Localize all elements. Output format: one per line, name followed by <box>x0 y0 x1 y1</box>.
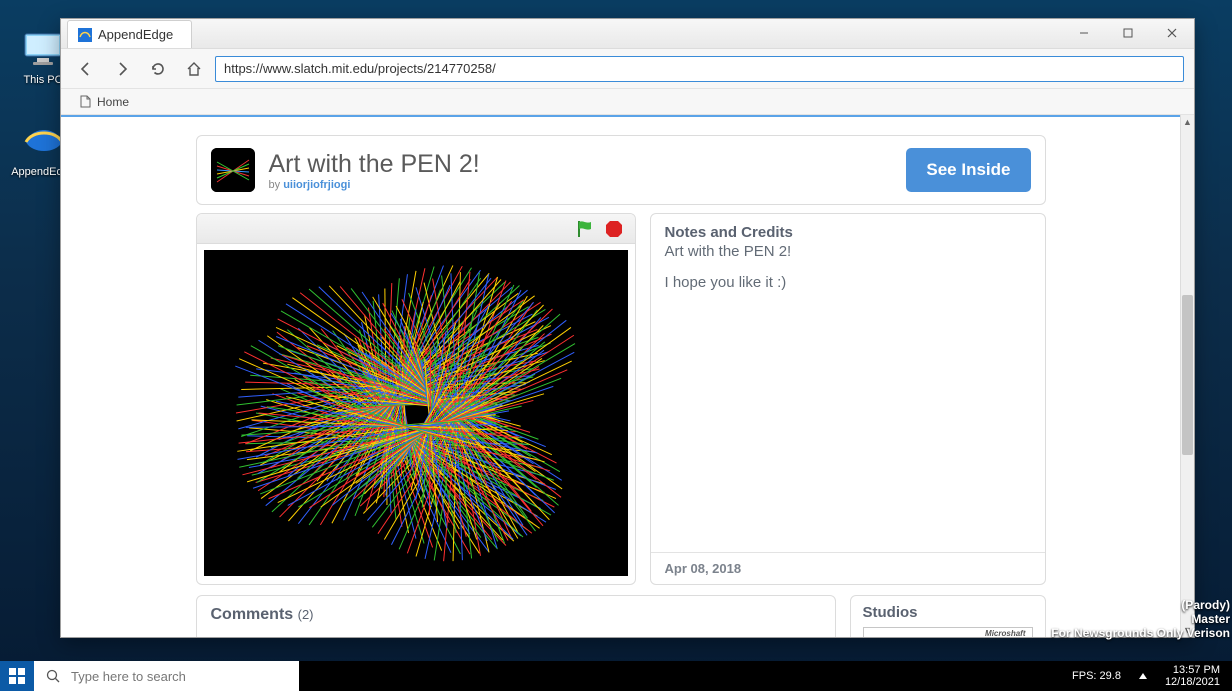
by-prefix: by <box>269 179 284 191</box>
project-stage[interactable] <box>204 250 628 576</box>
window-minimize-button[interactable] <box>1062 19 1106 47</box>
forward-button[interactable] <box>107 54 137 84</box>
project-thumbnail <box>211 148 255 192</box>
refresh-button[interactable] <box>143 54 173 84</box>
url-input[interactable] <box>215 56 1184 82</box>
tab-favicon-icon <box>78 28 92 42</box>
taskbar-clock[interactable]: 13:57 PM 12/18/2021 <box>1165 664 1220 688</box>
tray-arrow-icon[interactable] <box>1139 673 1147 679</box>
scrollbar[interactable]: ▲ ▼ <box>1180 115 1194 637</box>
studio-thumbnail[interactable]: Microshaft <box>863 627 1033 637</box>
studio-label: Microshaft <box>985 629 1025 638</box>
tab-title: AppendEdge <box>98 27 173 42</box>
notes-line: I hope you like it :) <box>665 274 1031 291</box>
desktop-icon-label: This PC <box>23 74 62 86</box>
back-button[interactable] <box>71 54 101 84</box>
start-button[interactable] <box>0 661 34 691</box>
browser-toolbar <box>61 49 1194 89</box>
search-placeholder: Type here to search <box>71 669 186 684</box>
notes-card: Notes and Credits Art with the PEN 2! I … <box>650 213 1046 585</box>
window-close-button[interactable] <box>1150 19 1194 47</box>
project-date: Apr 08, 2018 <box>651 552 1045 584</box>
titlebar: AppendEdge <box>61 19 1194 49</box>
comments-label: Comments <box>211 606 298 623</box>
taskbar-search[interactable]: Type here to search <box>34 661 299 691</box>
comments-card: Comments (2) <box>196 595 836 637</box>
taskbar: Type here to search FPS: 29.8 13:57 PM 1… <box>0 661 1232 691</box>
see-inside-button[interactable]: See Inside <box>906 148 1030 192</box>
home-button[interactable] <box>179 54 209 84</box>
appendedge-icon <box>22 120 64 162</box>
monitor-icon <box>22 28 64 70</box>
pen-art-canvas <box>204 250 628 576</box>
project-header: Art with the PEN 2! by uiiorjiofrjiogi S… <box>196 135 1046 205</box>
notes-heading: Notes and Credits <box>665 224 1031 241</box>
notes-line: Art with the PEN 2! <box>665 243 1031 260</box>
studios-card: Studios Microshaft <box>850 595 1046 637</box>
comments-count: (2) <box>298 607 314 622</box>
project-byline: by uiiorjiofrjiogi <box>269 179 893 191</box>
bookmark-home[interactable]: Home <box>73 93 135 111</box>
page-icon <box>79 95 92 108</box>
clock-time: 13:57 PM <box>1165 664 1220 676</box>
scroll-up-icon[interactable]: ▲ <box>1181 115 1194 129</box>
window-maximize-button[interactable] <box>1106 19 1150 47</box>
overlay-text: Master <box>1191 612 1230 626</box>
browser-window: AppendEdge Home <box>60 18 1195 638</box>
windows-icon <box>9 668 25 684</box>
browser-viewport: Art with the PEN 2! by uiiorjiofrjiogi S… <box>61 115 1194 637</box>
overlay-text: For Newsgrounds Only Verison <box>1051 626 1230 640</box>
fps-counter: FPS: 29.8 <box>1072 670 1121 682</box>
stage-card <box>196 213 636 585</box>
bookmarks-bar: Home <box>61 89 1194 115</box>
overlay-text: (Parody) <box>1181 598 1230 612</box>
scroll-thumb[interactable] <box>1182 295 1193 455</box>
studios-heading: Studios <box>863 604 1033 621</box>
clock-date: 12/18/2021 <box>1165 676 1220 688</box>
stop-button[interactable] <box>605 220 623 238</box>
green-flag-button[interactable] <box>575 219 595 239</box>
author-link[interactable]: uiiorjiofrjiogi <box>283 179 350 191</box>
browser-tab[interactable]: AppendEdge <box>67 20 192 48</box>
search-icon <box>46 669 61 684</box>
bookmark-label: Home <box>97 95 129 109</box>
project-title: Art with the PEN 2! <box>269 150 893 179</box>
